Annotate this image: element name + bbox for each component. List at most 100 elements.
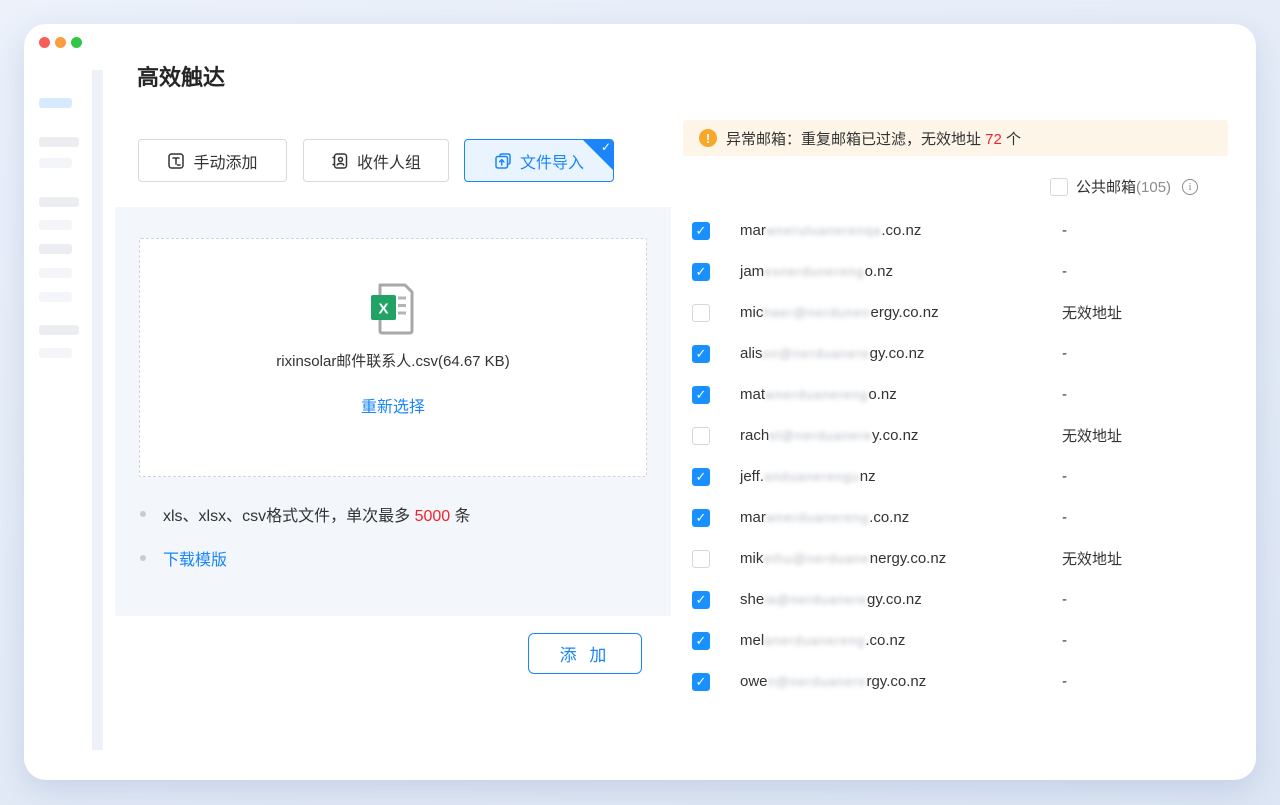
recipient-checkbox[interactable]: ✓ (692, 632, 710, 650)
recipient-row: ✓ alison@nerduaneregy.co.nz - (683, 333, 1228, 374)
recipient-row: ✓ shela@nerduaneregy.co.nz - (683, 579, 1228, 620)
recipient-email: rachel@nerduanerey.co.nz (740, 427, 918, 444)
tab-file-import-label: 文件导入 (520, 149, 584, 173)
svg-text:X: X (378, 301, 388, 318)
sidebar-divider (92, 70, 103, 750)
blurred-email-segment: wnerduanereng (765, 387, 868, 402)
blurred-email-segment: n@nerduanere (768, 674, 867, 689)
recipient-email: mikethu@nerduanenergy.co.nz (740, 550, 946, 567)
tab-recipient-group[interactable]: 收件人组 (303, 139, 449, 182)
recipient-status: 无效地址 (1062, 548, 1122, 569)
check-icon: ✓ (696, 511, 707, 524)
recipient-checkbox[interactable]: ✓ (692, 386, 710, 404)
check-icon: ✓ (696, 634, 707, 647)
blurred-email-segment: ethu@nerduane (763, 551, 869, 566)
blurred-email-segment: la@nerduanere (764, 592, 867, 607)
recipient-checkbox[interactable]: ✓ (692, 222, 710, 240)
recipient-checkbox[interactable]: ✓ (692, 345, 710, 363)
recipient-status: - (1062, 632, 1067, 649)
public-mailbox-row: 公共邮箱(105) i (1050, 176, 1198, 197)
recipient-row: michaer@nerdunenergy.co.nz 无效地址 (683, 292, 1228, 333)
file-dropzone[interactable]: X rixinsolar邮件联系人.csv(64.67 KB) 重新选择 (139, 238, 647, 477)
recipient-email: owen@nerduanerergy.co.nz (740, 673, 926, 690)
recipient-row: ✓ melanerduanereng.co.nz - (683, 620, 1228, 661)
recipient-checkbox[interactable]: ✓ (692, 673, 710, 691)
recipient-checkbox[interactable]: ✓ (692, 263, 710, 281)
sidebar-skeleton-bar (39, 292, 72, 302)
invalid-count: 72 (985, 131, 1002, 148)
uploaded-file-name: rixinsolar邮件联系人.csv(64.67 KB) (140, 350, 646, 371)
excel-file-icon: X (370, 283, 416, 340)
recipient-row: ✓ marwnerduanereng.co.nz - (683, 497, 1228, 538)
recipient-email: melanerduanereng.co.nz (740, 632, 905, 649)
check-icon: ✓ (696, 347, 707, 360)
recipient-status: - (1062, 591, 1067, 608)
tab-file-import[interactable]: 文件导入 ✓ (464, 139, 614, 182)
maximize-window-icon[interactable] (71, 37, 82, 48)
sidebar-skeleton-bar (39, 348, 72, 358)
recipient-checkbox[interactable] (692, 550, 710, 568)
blurred-email-segment: wneruluanerenqa (766, 223, 881, 238)
recipient-checkbox[interactable]: ✓ (692, 591, 710, 609)
bullet-icon (140, 555, 146, 561)
alert-text: 异常邮箱：重复邮箱已过滤，无效地址 72 个 (726, 128, 1021, 149)
sidebar-skeleton-bar (39, 158, 72, 168)
recipient-group-icon (331, 152, 349, 170)
recipient-status: - (1062, 386, 1067, 403)
blurred-email-segment: on@nerduanere (763, 346, 870, 361)
abnormal-mailbox-alert: ! 异常邮箱：重复邮箱已过滤，无效地址 72 个 (683, 120, 1228, 156)
add-button[interactable]: 添 加 (528, 633, 642, 674)
check-icon: ✓ (696, 265, 707, 278)
recipient-email: marwnerduanereng.co.nz (740, 509, 909, 526)
recipient-checkbox[interactable] (692, 427, 710, 445)
window-controls (39, 37, 82, 48)
public-mailbox-label: 公共邮箱(105) (1076, 176, 1171, 197)
page-title: 高效触达 (137, 60, 225, 92)
sidebar-skeleton-bar (39, 137, 79, 147)
tab-recipient-group-label: 收件人组 (357, 149, 421, 173)
recipient-checkbox[interactable]: ✓ (692, 509, 710, 527)
recipient-status: - (1062, 345, 1067, 362)
file-upload-panel: X rixinsolar邮件联系人.csv(64.67 KB) 重新选择 xls… (115, 207, 671, 616)
template-note: 下载模版 (140, 546, 227, 570)
recipient-email: alison@nerduaneregy.co.nz (740, 345, 924, 362)
public-mailbox-checkbox[interactable] (1050, 178, 1068, 196)
max-count: 5000 (415, 508, 451, 525)
public-mailbox-count: (105) (1136, 179, 1171, 196)
blurred-email-segment: wnerduanereng (766, 510, 869, 525)
close-window-icon[interactable] (39, 37, 50, 48)
sidebar-skeleton-bar (39, 98, 72, 108)
recipient-email: michaer@nerdunenergy.co.nz (740, 304, 939, 321)
info-icon[interactable]: i (1182, 179, 1198, 195)
recipient-status: - (1062, 263, 1067, 280)
minimize-window-icon[interactable] (55, 37, 66, 48)
recipient-email: jeff.anduanerengunz (740, 468, 876, 485)
recipient-email: marwneruluanerenqa.co.nz (740, 222, 921, 239)
download-template-link[interactable]: 下载模版 (163, 546, 227, 570)
recipient-list: ✓marwneruluanerenqa.co.nz-✓jamesnerduner… (683, 210, 1228, 702)
tab-manual-add[interactable]: 手动添加 (138, 139, 287, 182)
recipient-email: shela@nerduaneregy.co.nz (740, 591, 922, 608)
blurred-email-segment: esnerdunereng (764, 264, 864, 279)
recipient-checkbox[interactable] (692, 304, 710, 322)
format-note: xls、xlsx、csv格式文件，单次最多 5000 条 (140, 502, 471, 526)
blurred-email-segment: el@nerduanere (769, 428, 872, 443)
blurred-email-segment: haer@nerdunen (763, 305, 870, 320)
tab-manual-add-label: 手动添加 (193, 149, 257, 173)
manual-add-icon (167, 152, 185, 170)
recipient-status: 无效地址 (1062, 302, 1122, 323)
blurred-email-segment: anerduanereng (764, 633, 865, 648)
sidebar-skeleton-bar (39, 244, 72, 254)
file-import-icon (494, 152, 512, 170)
recipient-status: 无效地址 (1062, 425, 1122, 446)
app-window: 高效触达 手动添加 收件人组 文件导入 ✓ (24, 24, 1256, 780)
reselect-file-link[interactable]: 重新选择 (140, 393, 646, 417)
recipient-row: ✓matwnerduanerengo.nz- (683, 374, 1228, 415)
check-icon: ✓ (696, 470, 707, 483)
format-note-text: xls、xlsx、csv格式文件，单次最多 5000 条 (163, 502, 471, 526)
recipient-status: - (1062, 509, 1067, 526)
check-icon: ✓ (696, 593, 707, 606)
recipient-row: rachel@nerduanerey.co.nz 无效地址 (683, 415, 1228, 456)
sidebar-skeleton-bar (39, 220, 72, 230)
recipient-checkbox[interactable]: ✓ (692, 468, 710, 486)
